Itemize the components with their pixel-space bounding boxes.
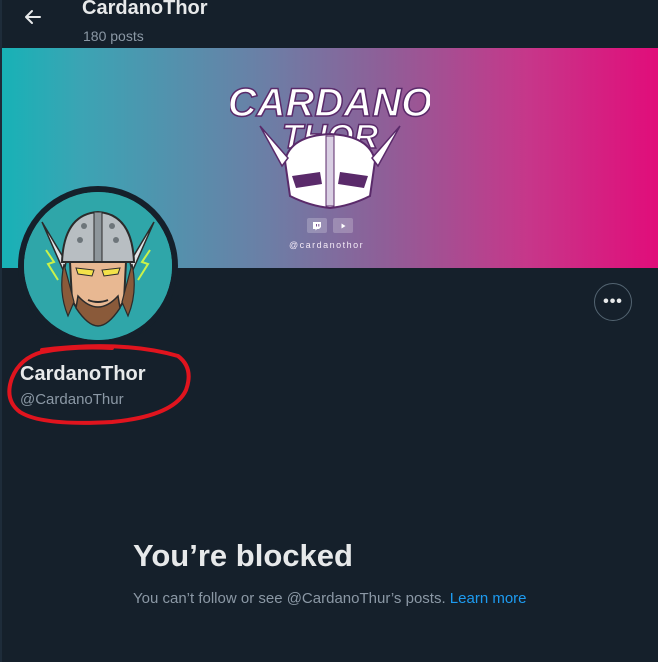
more-options-icon: ••• (603, 293, 623, 310)
annotation-circle (7, 344, 191, 425)
avatar-image (24, 192, 172, 340)
blocked-heading: You’re blocked (133, 538, 353, 573)
blocked-message-text: You can’t follow or see @CardanoThur’s p… (133, 590, 450, 607)
page-title: CardanoThor (82, 0, 208, 19)
avatar[interactable] (24, 192, 172, 340)
twitch-icon (307, 218, 327, 233)
back-button[interactable] (16, 4, 50, 34)
more-options-button[interactable]: ••• (594, 283, 632, 321)
banner-handle: @cardanothor (289, 240, 365, 250)
post-count: 180 posts (83, 28, 144, 44)
learn-more-link[interactable]: Learn more (450, 590, 527, 607)
profile-page: CardanoThor 180 posts CARDANO THOR (0, 0, 658, 662)
blocked-message: You can’t follow or see @CardanoThur’s p… (133, 588, 543, 610)
banner-logo: CARDANO THOR (230, 80, 430, 210)
youtube-icon (333, 218, 353, 233)
arrow-left-icon (23, 7, 43, 32)
avatar-ring[interactable] (18, 186, 178, 346)
banner-social-icons (307, 218, 353, 233)
profile-header: CardanoThor 180 posts (2, 0, 658, 48)
